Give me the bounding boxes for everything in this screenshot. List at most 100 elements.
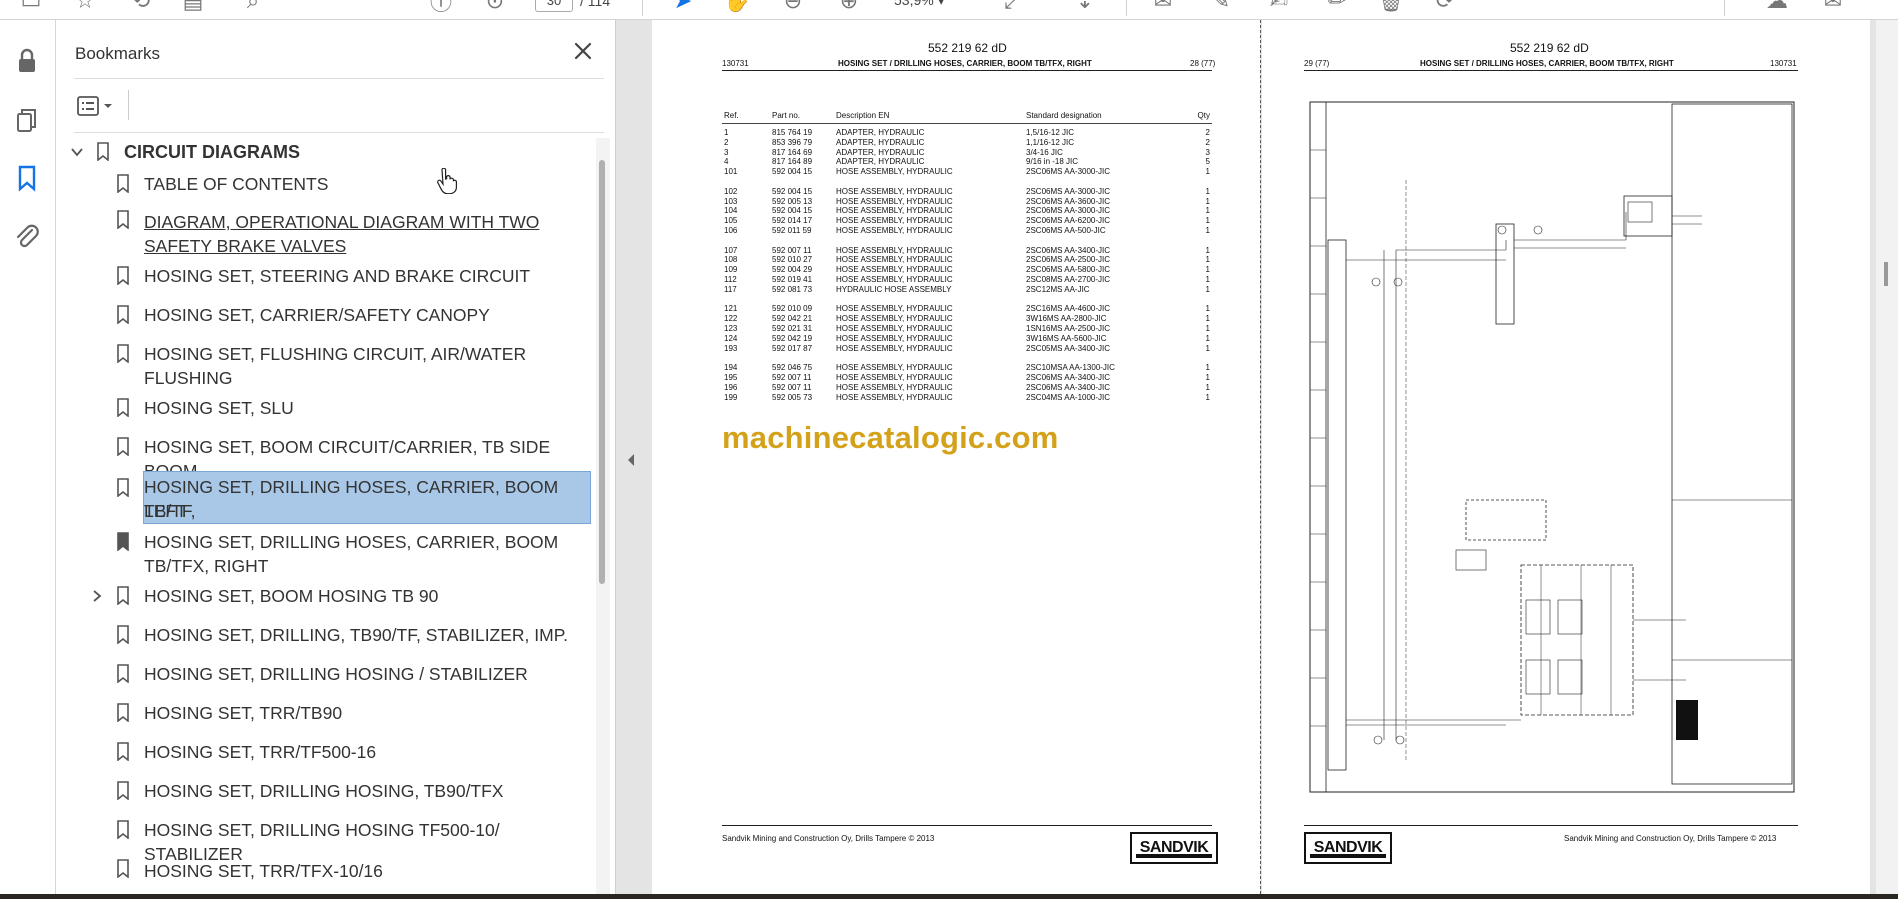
bookmark-label: HOSING SET, STEERING AND BRAKE CIRCUIT <box>144 266 531 286</box>
bookmark-item[interactable]: HOSING SET, TRR/TF500-16 <box>56 738 596 764</box>
bookmark-item[interactable]: HOSING SET, DRILLING HOSING / STABILIZER <box>56 660 596 686</box>
close-icon[interactable] <box>572 40 594 62</box>
footer-rule <box>722 825 1212 826</box>
bookmark-item-current[interactable]: HOSING SET, DRILLING HOSES, CARRIER, BOO… <box>56 528 596 578</box>
bookmark-item[interactable]: HOSING SET, SLU <box>56 394 596 420</box>
cell-qty: 1 <box>1205 333 1210 343</box>
zoom-out-icon[interactable]: ⊖ <box>780 0 806 14</box>
cell-qty: 1 <box>1205 382 1210 392</box>
pages-icon[interactable] <box>12 106 42 136</box>
pdf-viewer-window: ▭ ☆ ⟲ ▤ ⌕ ⓘ ⊙ 30 / 114 ➤ ✋ ⊖ ⊕ 53,9% ▾ ⤢… <box>0 0 1898 899</box>
highlight-icon[interactable]: ✎ <box>1208 0 1234 14</box>
collapse-panel-icon[interactable] <box>623 440 639 480</box>
cloud-icon[interactable]: ☁ <box>1764 0 1790 14</box>
bookmark-item[interactable]: TABLE OF CONTENTS <box>56 170 596 196</box>
bookmark-icon <box>97 142 109 161</box>
cell-part: 592 010 27 <box>772 255 813 265</box>
bookmark-item-selected[interactable]: HOSING SET, DRILLING HOSES, CARRIER, BOO… <box>56 471 596 524</box>
footer-rule <box>1304 825 1798 826</box>
bookmark-options-icon[interactable] <box>74 92 120 120</box>
doc-title: HOSING SET / DRILLING HOSES, CARRIER, BO… <box>838 59 1092 68</box>
bookmark-label: HOSING SET, TRR/TF500-16 <box>144 742 377 762</box>
download-icon[interactable]: ⊙ <box>482 0 508 14</box>
bookmark-item[interactable]: HOSING SET, BOOM CIRCUIT/CARRIER, TB SID… <box>56 433 596 481</box>
bookmark-item[interactable]: HOSING SET, FLUSHING CIRCUIT, AIR/WATER … <box>56 340 596 388</box>
attachment-icon[interactable] <box>12 222 42 252</box>
page-number-input[interactable]: 30 <box>535 0 573 12</box>
bookmark-label: HOSING SET, DRILLING HOSES, CARRIER, BOO… <box>144 477 559 521</box>
lock-icon[interactable] <box>12 46 42 76</box>
bookmark-item[interactable]: HOSING SET, CARRIER/SAFETY CANOPY <box>56 301 596 327</box>
cell-qty: 1 <box>1205 363 1210 373</box>
cell-desc: ADAPTER, HYDRAULIC <box>836 147 925 157</box>
logo-bar <box>1136 854 1212 858</box>
save-icon[interactable]: ▭ <box>18 0 44 14</box>
table-row: 107 592 007 11 HOSE ASSEMBLY, HYDRAULIC 2SC… <box>722 246 1212 256</box>
draw-icon[interactable]: ✍ <box>1266 0 1292 14</box>
info-icon[interactable]: ⓘ <box>428 0 454 16</box>
zoom-level-dropdown[interactable]: 53,9% ▾ <box>880 0 970 12</box>
bookmark-scrollbar-thumb[interactable] <box>599 160 605 584</box>
bookmark-label: TABLE OF CONTENTS <box>144 174 329 194</box>
cell-desc: HOSE ASSEMBLY, HYDRAULIC <box>836 206 953 216</box>
cell-ref: 196 <box>724 382 738 392</box>
cell-desc: HOSE ASSEMBLY, HYDRAULIC <box>836 265 953 275</box>
bookmark-item[interactable]: HOSING SET, DRILLING HOSING TF500-10/ ST… <box>56 816 596 864</box>
table-row: 4 817 164 89 ADAPTER, HYDRAULIC 9/16 in -18… <box>722 157 1212 167</box>
search-icon[interactable]: ⌕ <box>240 0 266 14</box>
table-row: 199 592 005 73 HOSE ASSEMBLY, HYDRAULIC 2SC… <box>722 393 1212 403</box>
bookmark-root[interactable]: CIRCUIT DIAGRAMS <box>56 138 596 166</box>
bookmark-label: HOSING SET, BOOM HOSING TB 90 <box>144 586 439 606</box>
share-icon[interactable]: ⟲ <box>128 0 154 14</box>
zoom-in-icon[interactable]: ⊕ <box>836 0 862 14</box>
table-row: 105 592 014 17 HOSE ASSEMBLY, HYDRAULIC 2SC… <box>722 216 1212 226</box>
bookmark-item[interactable]: HOSING SET, BOOM HOSING TB 90 <box>56 582 596 608</box>
cell-std: 1,1/16-12 JIC <box>1026 137 1075 147</box>
hand-tool-icon[interactable]: ✋ <box>723 0 750 14</box>
bookmark-item[interactable]: HOSING SET, TRR/TB90 <box>56 699 596 725</box>
cell-part: 592 004 15 <box>772 186 813 196</box>
pencil-icon[interactable]: ✏ <box>1324 0 1350 14</box>
star-icon[interactable]: ☆ <box>72 0 98 14</box>
cell-qty: 5 <box>1205 157 1210 167</box>
bookmark-item[interactable]: HOSING SET, STEERING AND BRAKE CIRCUIT <box>56 262 596 288</box>
print-icon[interactable]: ▤ <box>180 0 206 14</box>
cell-ref: 122 <box>724 314 738 324</box>
bookmark-item[interactable]: HOSING SET, TRR/TFX-10/16 <box>56 855 596 881</box>
viewer-scrollbar-track[interactable] <box>1876 20 1898 894</box>
cell-std: 2SC06MS AA-3400-JIC <box>1026 373 1111 382</box>
cell-std: 2SC06MS AA-3400-JIC <box>1026 382 1111 392</box>
table-row: 122 592 042 21 HOSE ASSEMBLY, HYDRAULIC 3W1… <box>722 314 1212 324</box>
table-row: 106 592 011 59 HOSE ASSEMBLY, HYDRAULIC 2SC… <box>722 226 1212 236</box>
bookmark-item[interactable]: HOSING SET, DRILLING, TB90/TF, STABILIZE… <box>56 621 596 647</box>
bookmark-label: LEFT <box>144 501 187 521</box>
bookmark-item[interactable]: HOSING SET, DRILLING HOSING, TB90/TFX <box>56 777 596 803</box>
table-header-rule <box>722 123 1212 124</box>
chevron-right-icon[interactable] <box>90 589 104 603</box>
mail-icon[interactable]: ✉ <box>1820 0 1846 14</box>
fit-page-icon[interactable]: ⤢ <box>1000 0 1026 14</box>
bookmark-item[interactable]: DIAGRAM, OPERATIONAL DIAGRAM WITH TWO SA… <box>56 210 596 258</box>
chevron-down-icon[interactable] <box>70 145 84 159</box>
cell-part: 592 019 41 <box>772 275 813 284</box>
table-row: 112 592 019 41 HOSE ASSEMBLY, HYDRAULIC 2SC… <box>722 275 1212 285</box>
cell-desc: HOSE ASSEMBLY, HYDRAULIC <box>836 373 953 382</box>
cell-std: 9/16 in -18 JIC <box>1026 157 1079 167</box>
table-row: 101 592 004 15 HOSE ASSEMBLY, HYDRAULIC 2SC… <box>722 167 1212 177</box>
comment-icon[interactable]: ✉ <box>1150 0 1176 14</box>
cell-part: 592 042 19 <box>772 333 813 343</box>
cell-desc: HOSE ASSEMBLY, HYDRAULIC <box>836 314 953 324</box>
viewer-scrollbar-thumb[interactable] <box>1884 262 1888 286</box>
doc-number: 552 219 62 dD <box>928 41 1007 55</box>
delete-icon[interactable]: 🗑 <box>1377 0 1405 14</box>
bookmark-nav-icon[interactable] <box>12 163 42 193</box>
cell-ref: 1 <box>724 128 729 137</box>
select-cursor-icon[interactable]: ➤ <box>670 0 696 14</box>
sandvik-logo: SANDVIK <box>1130 832 1218 864</box>
table-row: 1 815 764 19 ADAPTER, HYDRAULIC 1,5/16-12 J… <box>722 128 1212 138</box>
panel-divider <box>74 132 604 133</box>
table-row: 194 592 046 75 HOSE ASSEMBLY, HYDRAULIC 2SC… <box>722 363 1212 373</box>
scroll-mode-icon[interactable]: ⇣ <box>1072 0 1098 14</box>
rotate-icon[interactable]: ⟳ <box>1432 0 1458 14</box>
bookmark-label: HOSING SET, DRILLING HOSING / STABILIZER <box>144 664 528 684</box>
